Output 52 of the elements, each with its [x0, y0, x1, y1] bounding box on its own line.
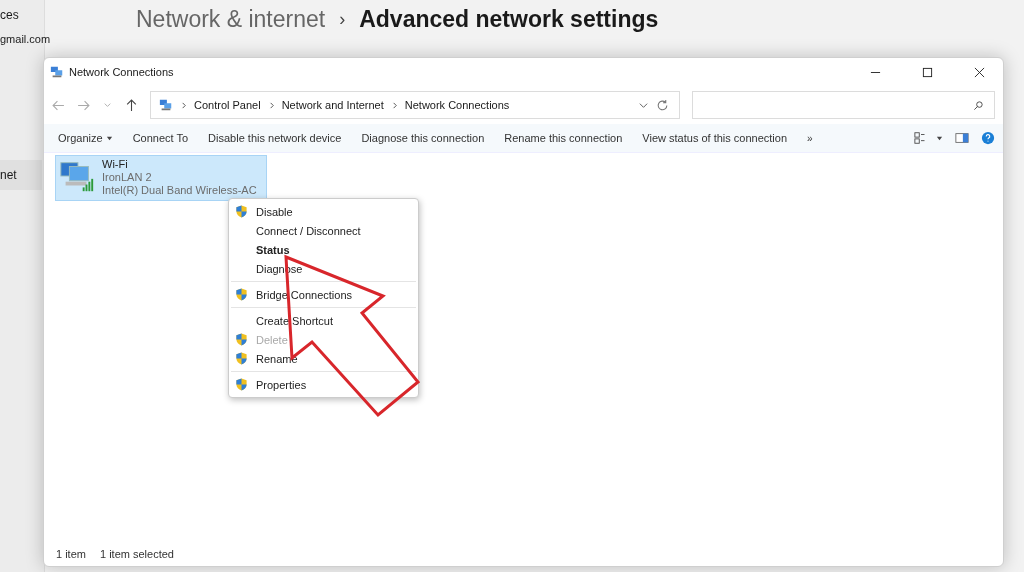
shield-icon [235, 333, 248, 346]
network-computers-icon [159, 98, 173, 112]
caret-icon[interactable] [936, 134, 943, 142]
shield-icon [235, 288, 248, 301]
caret-icon [105, 135, 113, 142]
up-arrow-icon[interactable] [125, 98, 138, 112]
search-field[interactable] [692, 91, 995, 119]
toolbar-button[interactable]: Connect To [122, 128, 199, 148]
chevron-right-icon [390, 101, 398, 109]
toolbar-button[interactable]: Organize [48, 128, 123, 148]
sidebar-item[interactable]: net [0, 160, 42, 190]
forward-arrow-icon[interactable] [77, 98, 90, 112]
adapter-name: Intel(R) Dual Band Wireless-AC [102, 184, 257, 197]
menu-item[interactable]: Properties [229, 375, 418, 394]
help-icon[interactable] [981, 131, 995, 145]
network-name: IronLAN 2 [102, 171, 153, 184]
toolbar-button[interactable]: Disable this network device [198, 128, 352, 148]
menu-item[interactable]: Bridge Connections [229, 285, 418, 304]
toolbar-button[interactable]: Diagnose this connection [351, 128, 495, 148]
refresh-icon[interactable] [656, 98, 669, 112]
toolbar-button[interactable]: View status of this connection [632, 128, 798, 148]
connection-name: Wi-Fi [102, 158, 129, 171]
menu-item[interactable]: Connect / Disconnect [229, 221, 418, 240]
address-bar[interactable]: Control Panel Network and Internet Network Connections [150, 91, 680, 119]
menu-item[interactable]: Status [229, 240, 418, 259]
shield-icon [235, 205, 248, 218]
network-computers-icon [50, 65, 64, 79]
page-title: Advanced network settings [359, 6, 659, 33]
menu-item[interactable]: Rename [229, 349, 418, 368]
page-title: Network & internet [136, 6, 326, 33]
account-email: gmail.com [0, 33, 51, 45]
chevron-right-icon [180, 101, 187, 109]
breadcrumb-separator: › [339, 9, 346, 30]
chevron-right-icon [267, 101, 275, 109]
sidebar-item[interactable]: ces [0, 0, 42, 30]
connection-item[interactable]: Wi-Fi IronLAN 2 Intel(R) Dual Band Wireless-AC [55, 155, 267, 201]
window-title: Network Connections [69, 66, 174, 78]
path-segment[interactable]: Network and Internet [281, 99, 384, 111]
status-text: 1 item selected [99, 548, 174, 560]
shield-icon [235, 352, 248, 365]
preview-pane-icon[interactable] [955, 131, 969, 145]
search-icon [973, 99, 984, 111]
menu-item[interactable]: Create Shortcut [229, 311, 418, 330]
toolbar-button[interactable]: » [797, 128, 823, 148]
path-segment[interactable]: Control Panel [194, 99, 261, 111]
view-options-icon[interactable] [914, 131, 928, 145]
back-arrow-icon[interactable] [52, 98, 65, 112]
toolbar-button[interactable]: Rename this connection [494, 128, 633, 148]
shield-icon [235, 378, 248, 391]
path-segment[interactable]: Network Connections [404, 99, 510, 111]
menu-item[interactable]: Disable [229, 202, 418, 221]
status-text: 1 item [56, 548, 86, 560]
